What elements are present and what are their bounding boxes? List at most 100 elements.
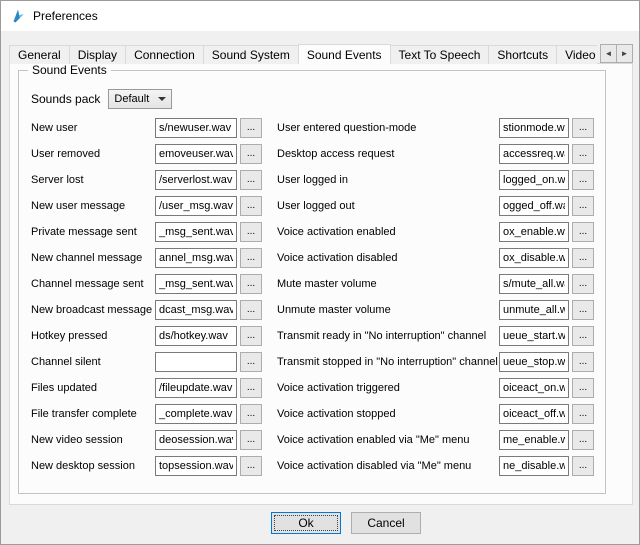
sound-file-input[interactable] bbox=[499, 456, 569, 476]
browse-button[interactable]: ... bbox=[240, 222, 262, 242]
chevron-down-icon bbox=[158, 97, 166, 101]
sound-event-row: New desktop session... bbox=[31, 453, 277, 479]
sound-file-input[interactable] bbox=[155, 118, 237, 138]
sound-event-row: Hotkey pressed... bbox=[31, 323, 277, 349]
browse-button[interactable]: ... bbox=[572, 196, 594, 216]
browse-button[interactable]: ... bbox=[572, 170, 594, 190]
sound-event-label: User logged out bbox=[277, 200, 499, 212]
browse-button[interactable]: ... bbox=[572, 300, 594, 320]
sound-event-row: New broadcast message... bbox=[31, 297, 277, 323]
browse-button[interactable]: ... bbox=[240, 326, 262, 346]
tab-display[interactable]: Display bbox=[69, 45, 126, 64]
browse-button[interactable]: ... bbox=[572, 144, 594, 164]
browse-button[interactable]: ... bbox=[572, 274, 594, 294]
sound-event-label: Voice activation stopped bbox=[277, 408, 499, 420]
browse-button[interactable]: ... bbox=[240, 352, 262, 372]
app-icon bbox=[10, 8, 26, 24]
cancel-button[interactable]: Cancel bbox=[351, 512, 421, 534]
sound-file-input[interactable] bbox=[155, 404, 237, 424]
sound-event-label: Files updated bbox=[31, 382, 155, 394]
sound-event-row: New channel message... bbox=[31, 245, 277, 271]
tab-sound-events[interactable]: Sound Events bbox=[298, 44, 391, 64]
ok-button[interactable]: Ok bbox=[271, 512, 341, 534]
browse-button[interactable]: ... bbox=[240, 274, 262, 294]
sound-file-input[interactable] bbox=[155, 248, 237, 268]
browse-button[interactable]: ... bbox=[240, 404, 262, 424]
browse-button[interactable]: ... bbox=[572, 118, 594, 138]
browse-button[interactable]: ... bbox=[240, 456, 262, 476]
sound-event-label: New video session bbox=[31, 434, 155, 446]
browse-button[interactable]: ... bbox=[240, 196, 262, 216]
sound-event-row: User entered question-mode... bbox=[277, 115, 605, 141]
sound-file-input[interactable] bbox=[499, 300, 569, 320]
browse-button[interactable]: ... bbox=[240, 248, 262, 268]
browse-button[interactable]: ... bbox=[240, 144, 262, 164]
sound-event-label: New channel message bbox=[31, 252, 155, 264]
browse-button[interactable]: ... bbox=[572, 248, 594, 268]
sound-file-input[interactable] bbox=[155, 378, 237, 398]
sound-file-input[interactable] bbox=[155, 430, 237, 450]
sounds-pack-select[interactable]: Default bbox=[108, 89, 172, 109]
tab-scroll-right-icon[interactable]: ► bbox=[616, 44, 633, 63]
title-bar: Preferences bbox=[1, 1, 639, 31]
sound-event-row: Voice activation enabled via "Me" menu..… bbox=[277, 427, 605, 453]
sound-event-row: Voice activation disabled via "Me" menu.… bbox=[277, 453, 605, 479]
tab-shortcuts[interactable]: Shortcuts bbox=[488, 45, 557, 64]
browse-button[interactable]: ... bbox=[572, 222, 594, 242]
sound-file-input[interactable] bbox=[499, 170, 569, 190]
sound-event-row: Channel silent... bbox=[31, 349, 277, 375]
browse-button[interactable]: ... bbox=[572, 456, 594, 476]
sound-file-input[interactable] bbox=[499, 378, 569, 398]
tab-scrollers: ◄ ► bbox=[601, 44, 633, 63]
sound-file-input[interactable] bbox=[155, 144, 237, 164]
sound-event-label: User entered question-mode bbox=[277, 122, 499, 134]
tab-general[interactable]: General bbox=[9, 45, 70, 64]
sound-event-row: File transfer complete... bbox=[31, 401, 277, 427]
sound-file-input[interactable] bbox=[499, 352, 569, 372]
tab-video[interactable]: Video bbox=[556, 45, 597, 64]
browse-button[interactable]: ... bbox=[240, 378, 262, 398]
sound-event-row: Private message sent... bbox=[31, 219, 277, 245]
sound-event-row: User logged out... bbox=[277, 193, 605, 219]
sound-event-label: Unmute master volume bbox=[277, 304, 499, 316]
sound-file-input[interactable] bbox=[499, 144, 569, 164]
browse-button[interactable]: ... bbox=[572, 352, 594, 372]
sound-file-input[interactable] bbox=[155, 326, 237, 346]
sound-file-input[interactable] bbox=[499, 274, 569, 294]
tab-connection[interactable]: Connection bbox=[125, 45, 204, 64]
sound-file-input[interactable] bbox=[155, 456, 237, 476]
sound-file-input[interactable] bbox=[155, 274, 237, 294]
sound-event-label: Transmit stopped in "No interruption" ch… bbox=[277, 356, 499, 368]
sound-file-input[interactable] bbox=[155, 170, 237, 190]
sound-event-label: New user bbox=[31, 122, 155, 134]
sound-file-input[interactable] bbox=[155, 352, 237, 372]
sound-file-input[interactable] bbox=[155, 222, 237, 242]
tab-scroll-left-icon[interactable]: ◄ bbox=[600, 44, 617, 63]
browse-button[interactable]: ... bbox=[240, 430, 262, 450]
browse-button[interactable]: ... bbox=[240, 118, 262, 138]
browse-button[interactable]: ... bbox=[572, 326, 594, 346]
sound-file-input[interactable] bbox=[499, 118, 569, 138]
sound-event-label: Voice activation enabled bbox=[277, 226, 499, 238]
sound-event-row: New user message... bbox=[31, 193, 277, 219]
sound-event-row: Files updated... bbox=[31, 375, 277, 401]
sound-file-input[interactable] bbox=[499, 222, 569, 242]
sound-file-input[interactable] bbox=[155, 300, 237, 320]
sound-file-input[interactable] bbox=[499, 196, 569, 216]
browse-button[interactable]: ... bbox=[572, 430, 594, 450]
browse-button[interactable]: ... bbox=[572, 378, 594, 398]
window-title: Preferences bbox=[33, 9, 98, 23]
sound-file-input[interactable] bbox=[499, 404, 569, 424]
sound-file-input[interactable] bbox=[499, 430, 569, 450]
sound-event-label: Channel message sent bbox=[31, 278, 155, 290]
sound-event-row: Transmit stopped in "No interruption" ch… bbox=[277, 349, 605, 375]
browse-button[interactable]: ... bbox=[240, 170, 262, 190]
tab-text-to-speech[interactable]: Text To Speech bbox=[390, 45, 490, 64]
sound-file-input[interactable] bbox=[155, 196, 237, 216]
sound-file-input[interactable] bbox=[499, 326, 569, 346]
sound-file-input[interactable] bbox=[499, 248, 569, 268]
sound-event-row: New video session... bbox=[31, 427, 277, 453]
tab-sound-system[interactable]: Sound System bbox=[203, 45, 299, 64]
browse-button[interactable]: ... bbox=[240, 300, 262, 320]
browse-button[interactable]: ... bbox=[572, 404, 594, 424]
